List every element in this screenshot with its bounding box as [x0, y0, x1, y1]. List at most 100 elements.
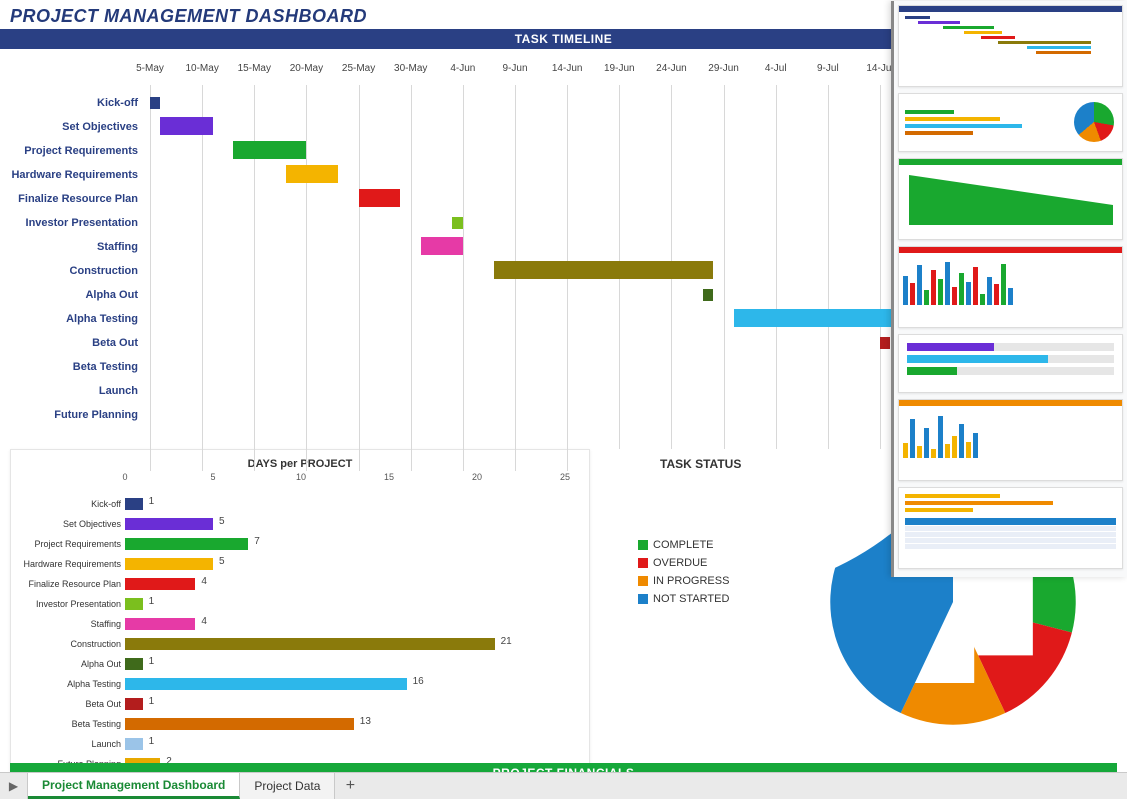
bar-row: Beta Out1 — [125, 694, 579, 714]
gantt-task-label: Future Planning — [54, 409, 138, 421]
gantt-task-label: Investor Presentation — [26, 217, 138, 229]
days-per-project-panel: DAYS per PROJECT 0510152025 Kick-off1Set… — [10, 449, 590, 797]
bar — [125, 598, 143, 610]
thumb-orange-bars[interactable] — [898, 399, 1123, 481]
bar-label: Set Objectives — [63, 519, 121, 529]
gantt-task-label: Beta Out — [92, 337, 138, 349]
sheet-add-button[interactable]: + — [335, 773, 365, 799]
bar-label: Construction — [70, 639, 121, 649]
bar-label: Beta Out — [85, 699, 121, 709]
gantt-bar — [421, 237, 463, 255]
sheet-tab-project-data[interactable]: Project Data — [240, 773, 335, 799]
gantt-tick: 9-Jun — [515, 63, 540, 91]
pie-legend: COMPLETE OVERDUE IN PROGRESS NOT STARTED — [638, 539, 729, 611]
legend-item: IN PROGRESS — [638, 575, 729, 587]
legend-swatch — [638, 576, 648, 586]
gantt-task-label: Hardware Requirements — [11, 169, 138, 181]
bar-value: 21 — [501, 636, 512, 647]
gantt-task-label: Alpha Testing — [66, 313, 138, 325]
bar-value: 13 — [360, 716, 371, 727]
bar-value: 1 — [149, 656, 155, 667]
bar — [125, 578, 195, 590]
bar-value: 7 — [254, 536, 260, 547]
gantt-tick: 10-May — [202, 63, 235, 91]
sheet-nav-right-icon[interactable]: ▶ — [0, 773, 28, 799]
gantt-bar — [494, 261, 713, 279]
legend-swatch — [638, 540, 648, 550]
bar — [125, 538, 248, 550]
bar — [125, 498, 143, 510]
gantt-row: Beta Out — [150, 331, 1020, 355]
bar-label: Alpha Testing — [67, 679, 121, 689]
gantt-row: Alpha Out — [150, 283, 1020, 307]
bar-label: Beta Testing — [72, 719, 121, 729]
bar-label: Alpha Out — [81, 659, 121, 669]
thumb-blue-table[interactable] — [898, 487, 1123, 569]
gantt-bar — [150, 97, 160, 109]
gantt-row: Construction — [150, 259, 1020, 283]
gantt-task-label: Launch — [99, 385, 138, 397]
gantt-tick: 29-Jun — [724, 63, 755, 91]
gantt-bar — [880, 337, 890, 349]
gantt-tick: 20-May — [306, 63, 339, 91]
gantt-tick: 25-May — [359, 63, 392, 91]
gantt-bar — [452, 217, 462, 229]
bar-row: Finalize Resource Plan4 — [125, 574, 579, 594]
legend-item: COMPLETE — [638, 539, 729, 551]
gantt-tick: 4-Jun — [463, 63, 488, 91]
legend-item: NOT STARTED — [638, 593, 729, 605]
gantt-task-label: Kick-off — [97, 97, 138, 109]
bar-tick: 20 — [472, 472, 482, 482]
bar-row: Kick-off1 — [125, 494, 579, 514]
thumb-progress[interactable] — [898, 334, 1123, 393]
bar-row: Construction21 — [125, 634, 579, 654]
bar-value: 5 — [219, 556, 225, 567]
bar-label: Finalize Resource Plan — [28, 579, 121, 589]
bar-row: Project Requirements7 — [125, 534, 579, 554]
bar — [125, 658, 143, 670]
bar-row: Alpha Out1 — [125, 654, 579, 674]
gantt-tick: 24-Jun — [671, 63, 702, 91]
thumb-gantt[interactable] — [898, 5, 1123, 87]
gantt-row: Launch — [150, 379, 1020, 403]
thumb-green-area[interactable] — [898, 158, 1123, 240]
gantt-task-label: Staffing — [97, 241, 138, 253]
gantt-task-label: Set Objectives — [62, 121, 138, 133]
bar-value: 1 — [149, 696, 155, 707]
bar-value: 1 — [149, 496, 155, 507]
gantt-tick: 30-May — [411, 63, 444, 91]
bar-row: Hardware Requirements5 — [125, 554, 579, 574]
thumb-bars-pie[interactable] — [898, 93, 1123, 152]
gantt-bar — [286, 165, 338, 183]
bar-row: Set Objectives5 — [125, 514, 579, 534]
bar-label: Kick-off — [91, 499, 121, 509]
gantt-row: Hardware Requirements — [150, 163, 1020, 187]
gantt-row: Staffing — [150, 235, 1020, 259]
legend-label: COMPLETE — [653, 539, 714, 551]
gantt-bar — [359, 189, 401, 207]
bar — [125, 618, 195, 630]
gantt-task-label: Beta Testing — [73, 361, 138, 373]
bar-label: Staffing — [91, 619, 121, 629]
gantt-task-label: Construction — [70, 265, 138, 277]
bar-value: 4 — [201, 576, 207, 587]
bar-label: Hardware Requirements — [23, 559, 121, 569]
sheet-tab-active[interactable]: Project Management Dashboard — [28, 773, 240, 799]
bar-value: 16 — [413, 676, 424, 687]
bar-row: Launch1 — [125, 734, 579, 754]
gantt-tick: 14-Jun — [567, 63, 598, 91]
bar-row: Staffing4 — [125, 614, 579, 634]
gantt-tick: 19-Jun — [619, 63, 650, 91]
gantt-bar — [233, 141, 306, 159]
thumb-red-bars[interactable] — [898, 246, 1123, 328]
bar-label: Investor Presentation — [36, 599, 121, 609]
gantt-tick: 4-Jul — [776, 63, 798, 91]
bar-row: Investor Presentation1 — [125, 594, 579, 614]
gantt-bar — [160, 117, 212, 135]
legend-label: OVERDUE — [653, 557, 707, 569]
bar — [125, 558, 213, 570]
bar — [125, 718, 354, 730]
bar-tick: 25 — [560, 472, 570, 482]
thumbnail-strip[interactable] — [891, 1, 1127, 577]
bar-tick: 5 — [210, 472, 215, 482]
